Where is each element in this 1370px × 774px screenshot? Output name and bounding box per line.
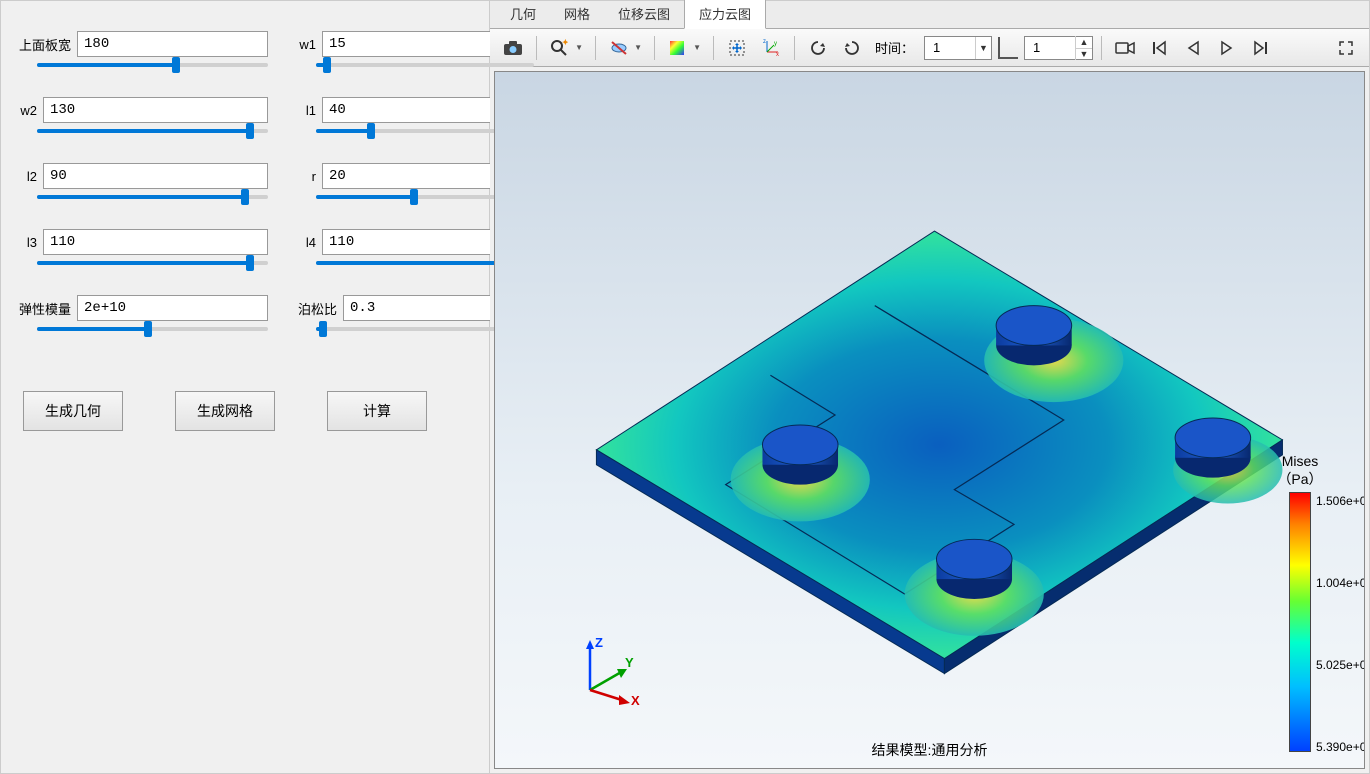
param-0: 上面板宽	[19, 31, 268, 67]
tab-2[interactable]: 位移云图	[604, 0, 684, 28]
param-label: 泊松比	[298, 299, 337, 318]
video-camera-icon[interactable]	[1110, 33, 1140, 63]
chevron-down-icon[interactable]: ▼	[575, 43, 583, 52]
3d-viewport[interactable]: Z Y X 结果模型:通用分析 Mises （Pa） 1.506e+061.00…	[494, 71, 1365, 769]
param-slider[interactable]	[37, 195, 268, 199]
time-label: 时间：	[875, 38, 914, 57]
svg-text:z: z	[763, 39, 766, 45]
last-frame-icon[interactable]	[1246, 33, 1276, 63]
param-slider[interactable]	[37, 261, 268, 265]
svg-text:X: X	[631, 693, 640, 708]
legend-units: （Pa）	[1250, 470, 1350, 488]
results-panel: 几何网格位移云图应力云图 ✦ ▼ ▼ ▼ z xy	[490, 0, 1370, 774]
rotate-ccw-icon[interactable]	[803, 33, 833, 63]
parameter-panel: 上面板宽 w1 w2 l1 l2 r l3 l4 弹性模量 泊松比生成几何 生成网格 计算	[0, 0, 490, 774]
svg-text:Z: Z	[595, 635, 603, 650]
tab-0[interactable]: 几何	[496, 0, 550, 28]
legend-title: Mises	[1250, 452, 1350, 470]
param-label: l2	[19, 169, 37, 184]
legend-tick: 1.004e+06	[1316, 576, 1365, 590]
param-input[interactable]	[43, 97, 268, 123]
param-slider[interactable]	[316, 63, 534, 67]
param-label: w1	[298, 37, 316, 52]
svg-text:x: x	[776, 52, 779, 58]
step-indicator-icon	[998, 37, 1018, 59]
step-spinner[interactable]: 1 ▲ ▼	[1024, 36, 1093, 60]
expand-icon[interactable]	[1331, 33, 1361, 63]
legend-tick: 5.025e+05	[1316, 658, 1365, 672]
legend-tick: 5.390e+02	[1316, 740, 1365, 754]
viewport-toolbar: ✦ ▼ ▼ ▼ z xy 时间： 1 ▼	[490, 29, 1369, 67]
result-model-label: 结果模型:通用分析	[872, 740, 988, 760]
render-style-icon[interactable]: ▼	[663, 33, 705, 63]
svg-text:✦: ✦	[562, 39, 568, 47]
param-slider[interactable]	[37, 129, 268, 133]
param-label: 弹性模量	[19, 299, 71, 318]
chevron-down-icon[interactable]: ▼	[693, 43, 701, 52]
param-4: l2	[19, 163, 268, 199]
time-combo[interactable]: 1 ▼	[924, 36, 992, 60]
generate-geometry-button[interactable]: 生成几何	[23, 391, 123, 431]
param-label: l1	[298, 103, 316, 118]
clip-plane-icon[interactable]: ▼	[604, 33, 646, 63]
param-input[interactable]	[43, 163, 268, 189]
compute-button[interactable]: 计算	[327, 391, 427, 431]
param-slider[interactable]	[37, 327, 268, 331]
chevron-down-icon[interactable]: ▼	[975, 37, 991, 59]
axes-icon[interactable]: z xy	[756, 33, 786, 63]
first-frame-icon[interactable]	[1144, 33, 1174, 63]
step-value: 1	[1025, 40, 1075, 55]
param-label: 上面板宽	[19, 35, 71, 54]
param-label: l3	[19, 235, 37, 250]
param-label: l4	[298, 235, 316, 250]
color-legend: Mises （Pa） 1.506e+061.004e+065.025e+055.…	[1250, 452, 1350, 752]
param-6: l3	[19, 229, 268, 265]
chevron-down-icon[interactable]: ▼	[634, 43, 642, 52]
param-label: w2	[19, 103, 37, 118]
time-value: 1	[925, 40, 975, 55]
prev-frame-icon[interactable]	[1178, 33, 1208, 63]
step-down-icon[interactable]: ▼	[1076, 48, 1092, 60]
svg-text:Y: Y	[625, 655, 634, 670]
generate-mesh-button[interactable]: 生成网格	[175, 391, 275, 431]
zoom-icon[interactable]: ✦ ▼	[545, 33, 587, 63]
param-2: w2	[19, 97, 268, 133]
camera-icon[interactable]	[498, 33, 528, 63]
rotate-cw-icon[interactable]	[837, 33, 867, 63]
fit-view-icon[interactable]	[722, 33, 752, 63]
tab-bar: 几何网格位移云图应力云图	[490, 1, 1369, 29]
param-input[interactable]	[77, 295, 268, 321]
step-up-icon[interactable]: ▲	[1076, 36, 1092, 48]
axis-triad: Z Y X	[575, 635, 645, 708]
legend-tick: 1.506e+06	[1316, 494, 1365, 508]
param-input[interactable]	[77, 31, 268, 57]
tab-1[interactable]: 网格	[550, 0, 604, 28]
play-icon[interactable]	[1212, 33, 1242, 63]
param-input[interactable]	[43, 229, 268, 255]
param-slider[interactable]	[37, 63, 268, 67]
svg-text:y: y	[774, 41, 777, 47]
param-8: 弹性模量	[19, 295, 268, 331]
param-label: r	[298, 169, 316, 184]
tab-3[interactable]: 应力云图	[684, 0, 766, 29]
